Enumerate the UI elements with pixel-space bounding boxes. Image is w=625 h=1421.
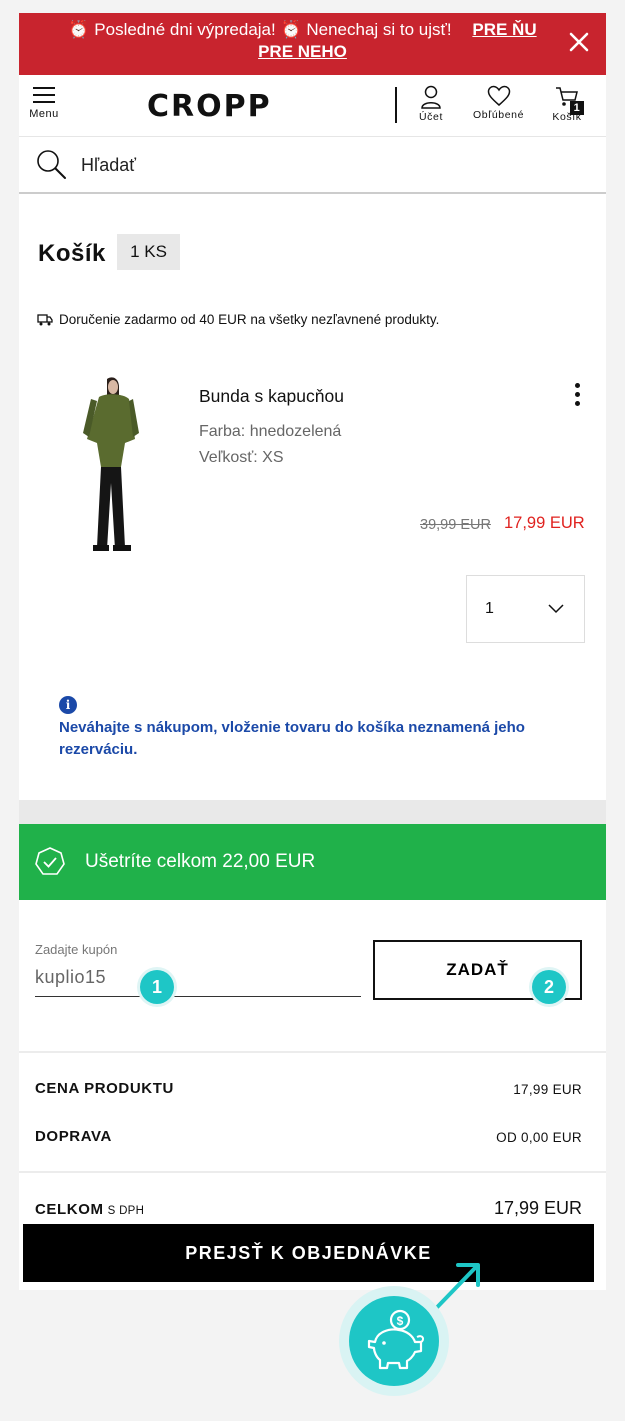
page: ⏰ Posledné dni výpredaja! ⏰ Nenechaj si … [19,13,606,1290]
step-marker-1: 1 [140,970,174,1004]
svg-text:$: $ [397,1314,404,1328]
coupon-input[interactable] [35,959,361,997]
product-size: Veľkosť: XS [199,449,284,466]
shipping-label: DOPRAVA [35,1128,112,1145]
promo-link-him[interactable]: PRE NEHO [59,41,546,63]
account-button[interactable]: Účet [419,85,443,123]
truck-icon [37,313,53,325]
search-bar[interactable]: Hľadať [19,137,606,194]
sale-price: 17,99 EUR [504,514,585,532]
total-label-text: CELKOM [35,1201,104,1218]
account-label: Účet [419,111,443,123]
quantity-value: 1 [485,600,494,617]
product-price-value: 17,99 EUR [513,1082,582,1097]
product-image[interactable] [77,373,143,555]
menu-label: Menu [29,108,59,120]
checkout-button[interactable]: PREJSŤ K OBJEDNÁVKE [23,1224,594,1282]
search-icon [37,150,66,179]
favorites-label: Obľúbené [473,109,525,121]
info-message: Neváhajte s nákupom, vloženie tovaru do … [59,719,525,758]
delivery-text: Doručenie zadarmo od 40 EUR na všetky ne… [59,312,440,327]
product-name[interactable]: Bunda s kapucňou [199,386,344,407]
site-header: Menu CROPP Účet Obľúbené Košík 1 [19,75,606,137]
product-price-label: CENA PRODUKTU [35,1080,174,1097]
chevron-down-icon [548,604,564,614]
cart-count: 1 KS [117,234,180,270]
user-icon [421,85,441,109]
promo-message: ⏰ Posledné dni výpredaja! ⏰ Nenechaj si … [68,20,452,39]
total-label: CELKOM S DPH [35,1201,144,1218]
favorites-button[interactable]: Obľúbené [473,85,524,121]
divider [19,1051,606,1053]
menu-button[interactable]: Menu [27,87,61,120]
cart-button[interactable]: Košík 1 [550,85,584,123]
old-price: 39,99 EUR [420,517,491,533]
savings-banner: Ušetríte celkom 22,00 EUR [19,824,606,900]
page-title: Košík [38,240,106,267]
more-options-icon[interactable] [571,383,583,411]
promo-link-her[interactable]: PRE ŇU [472,20,536,39]
hamburger-icon [27,87,61,103]
promo-bar: ⏰ Posledné dni výpredaja! ⏰ Nenechaj si … [19,13,606,75]
step-marker-2: 2 [532,970,566,1004]
info-icon: i [59,696,77,714]
close-icon[interactable] [566,29,592,55]
search-placeholder: Hľadať [81,155,137,175]
product-color: Farba: hnedozelená [199,423,342,440]
cart-count-badge: 1 [570,101,584,115]
section-divider [19,800,606,824]
piggy-bank-icon: $ [367,1309,425,1370]
savings-text: Ušetríte celkom 22,00 EUR [85,851,316,872]
header-divider [395,87,397,123]
delivery-note: Doručenie zadarmo od 40 EUR na všetky ne… [37,312,439,327]
divider [19,1171,606,1173]
piggy-badge: $ [339,1286,449,1396]
check-badge-icon [35,847,65,875]
heart-icon [487,85,510,106]
total-suffix: S DPH [107,1205,145,1217]
total-value: 17,99 EUR [493,1198,582,1218]
quantity-select[interactable]: 1 [466,575,585,643]
logo[interactable]: CROPP [147,89,272,124]
shipping-value: OD 0,00 EUR [496,1130,582,1145]
coupon-label: Zadajte kupón [35,942,118,957]
